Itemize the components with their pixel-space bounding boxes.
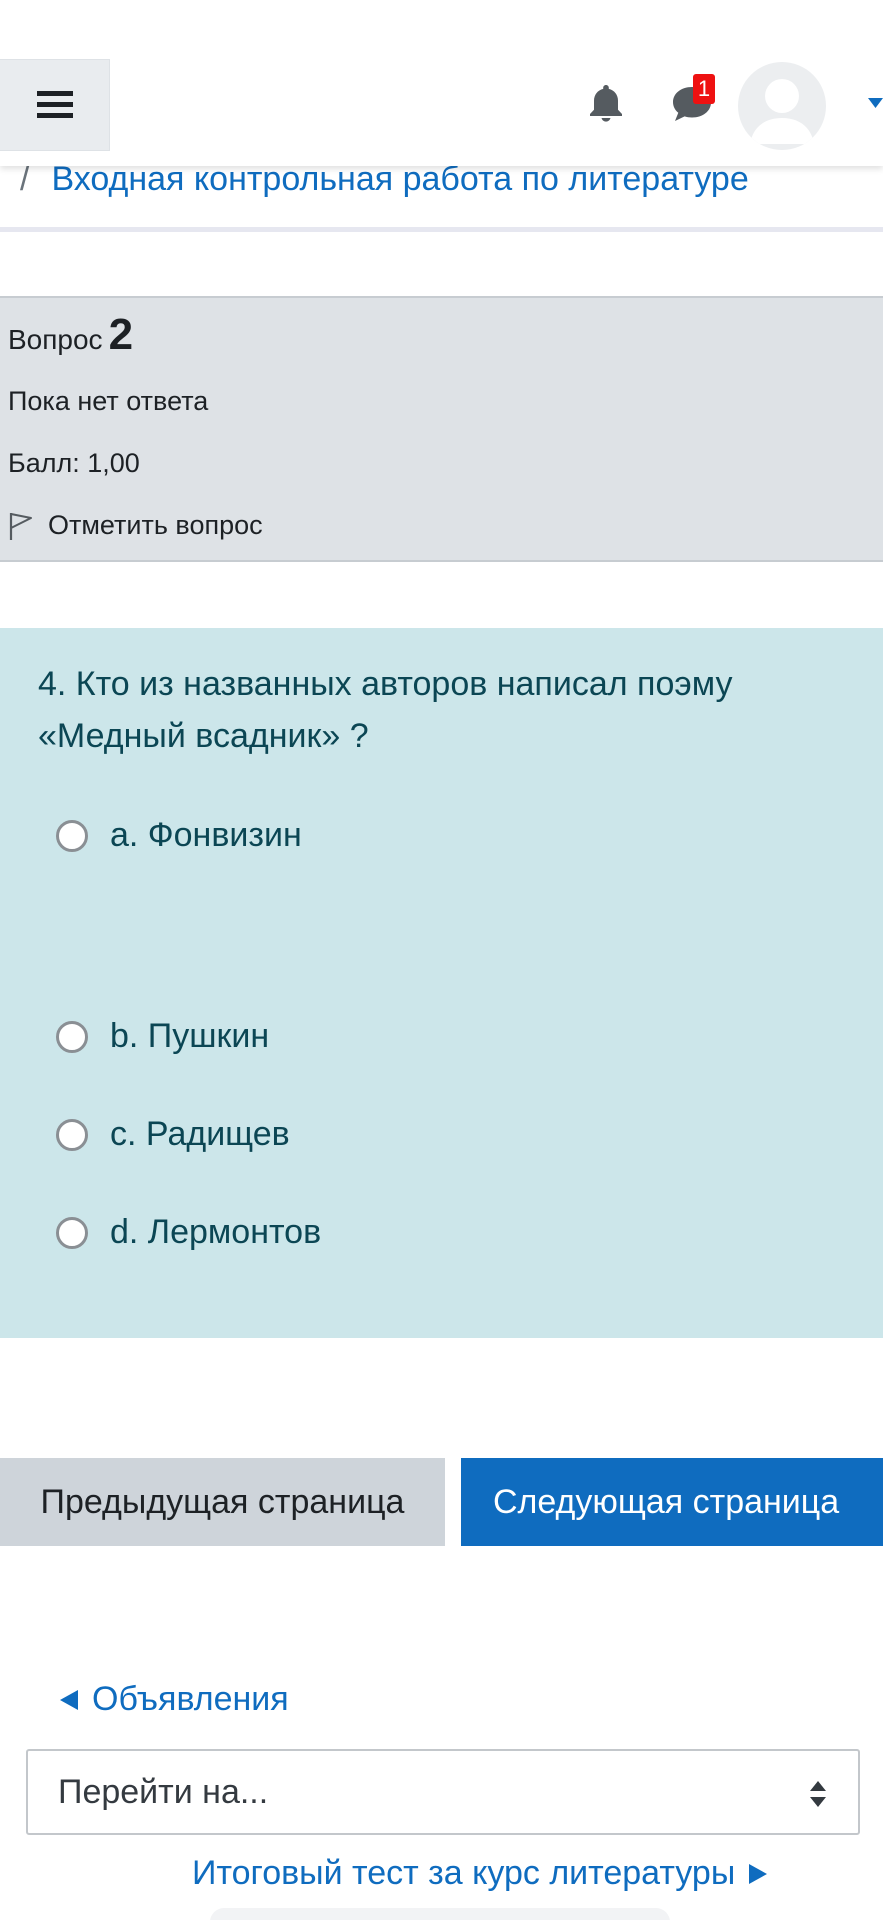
- question-state: Пока нет ответа: [8, 386, 209, 416]
- previous-activity-label: Объявления: [92, 1680, 289, 1718]
- previous-page-button[interactable]: Предыдущая страница: [0, 1458, 445, 1546]
- top-navbar: 1: [0, 0, 883, 166]
- user-silhouette-icon: [750, 79, 814, 144]
- notification-count-badge: 1: [693, 74, 715, 104]
- answer-label: c. Радищев: [110, 1115, 290, 1153]
- radio-button[interactable]: [56, 1118, 88, 1151]
- radio-button[interactable]: [56, 1020, 88, 1053]
- next-activity-link[interactable]: Итоговый тест за курс литературы: [192, 1854, 768, 1893]
- flag-question-link[interactable]: Отметить вопрос: [8, 510, 263, 541]
- answer-label: a. Фонвизин: [110, 816, 302, 854]
- answer-option-b[interactable]: b. Пушкин: [56, 1017, 269, 1056]
- menu-icon: [36, 91, 73, 118]
- select-arrows-icon: [810, 1781, 826, 1807]
- question-number: Вопрос 2: [8, 310, 133, 360]
- question-info-panel: Вопрос 2 Пока нет ответа Балл: 1,00 Отмет…: [0, 296, 883, 562]
- jump-to-value: Перейти на...: [58, 1772, 269, 1811]
- answer-option-d[interactable]: d. Лермонтов: [56, 1213, 321, 1252]
- footer-edge: [210, 1908, 670, 1920]
- answer-option-c[interactable]: c. Радищев: [56, 1115, 290, 1154]
- question-number-value: 2: [108, 310, 134, 359]
- drawer-toggle-button[interactable]: [0, 59, 110, 151]
- previous-activity-link[interactable]: Объявления: [60, 1680, 289, 1719]
- triangle-left-icon: [60, 1689, 78, 1710]
- next-activity-label: Итоговый тест за курс литературы: [192, 1854, 736, 1892]
- jump-to-select[interactable]: Перейти на...: [26, 1749, 860, 1835]
- question-grade: Балл: 1,00: [8, 448, 140, 478]
- quiz-page: 1 / Входная контрольная работа по литера…: [0, 0, 883, 1920]
- answer-option-a[interactable]: a. Фонвизин: [56, 816, 302, 855]
- answer-label: b. Пушкин: [110, 1017, 270, 1055]
- chevron-down-icon[interactable]: [868, 96, 883, 110]
- next-page-button[interactable]: Следующая страница: [461, 1458, 883, 1546]
- radio-button[interactable]: [56, 819, 88, 852]
- avatar[interactable]: [738, 62, 826, 150]
- flag-question-label: Отметить вопрос: [48, 510, 263, 540]
- radio-button[interactable]: [56, 1216, 88, 1249]
- answer-label: d. Лермонтов: [110, 1213, 322, 1251]
- question-text: 4. Кто из названных авторов написал поэм…: [38, 665, 733, 755]
- bell-icon[interactable]: [585, 82, 627, 124]
- question-label: Вопрос: [8, 324, 103, 355]
- triangle-right-icon: [749, 1863, 768, 1884]
- flag-icon: [9, 512, 32, 540]
